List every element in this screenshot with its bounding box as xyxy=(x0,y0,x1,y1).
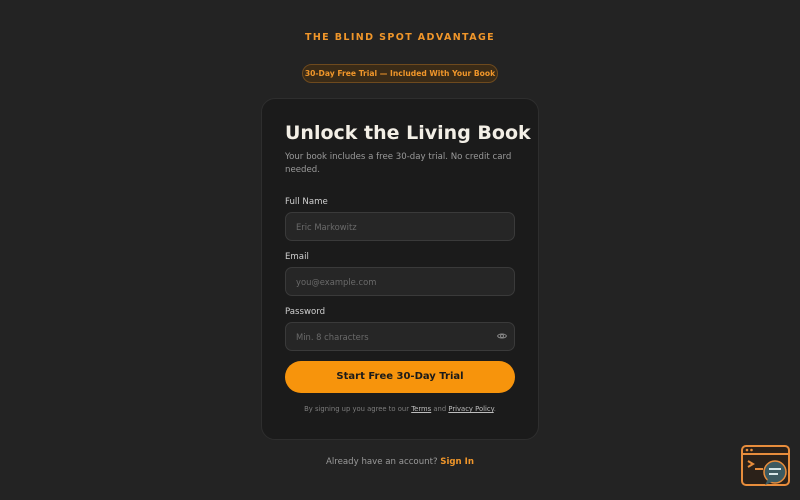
full-name-input[interactable] xyxy=(285,212,515,241)
start-trial-button[interactable]: Start Free 30-Day Trial xyxy=(285,361,515,393)
brand-title: THE BLIND SPOT ADVANTAGE xyxy=(304,32,496,43)
full-name-label: Full Name xyxy=(285,197,328,207)
eye-icon[interactable] xyxy=(497,331,507,341)
terms-link[interactable]: Terms xyxy=(411,405,431,413)
card-title: Unlock the Living Book xyxy=(285,122,531,144)
card-subtitle: Your book includes a free 30-day trial. … xyxy=(285,152,512,175)
legal-prefix: By signing up you agree to our xyxy=(304,405,410,413)
terminal-chat-icon[interactable] xyxy=(741,445,791,487)
signin-row: Already have an account? Sign In xyxy=(0,457,800,467)
legal-notice: By signing up you agree to our Terms and… xyxy=(261,405,539,413)
password-input[interactable] xyxy=(285,322,515,351)
sign-in-link[interactable]: Sign In xyxy=(440,457,474,467)
email-label: Email xyxy=(285,252,309,262)
legal-and: and xyxy=(433,405,447,413)
legal-suffix: . xyxy=(493,405,496,413)
signin-prompt: Already have an account? xyxy=(326,457,438,467)
privacy-policy-link[interactable]: Privacy Policy xyxy=(448,405,493,413)
email-input[interactable] xyxy=(285,267,515,296)
trial-badge: 30-Day Free Trial — Included With Your B… xyxy=(302,64,498,83)
password-label: Password xyxy=(285,307,326,317)
